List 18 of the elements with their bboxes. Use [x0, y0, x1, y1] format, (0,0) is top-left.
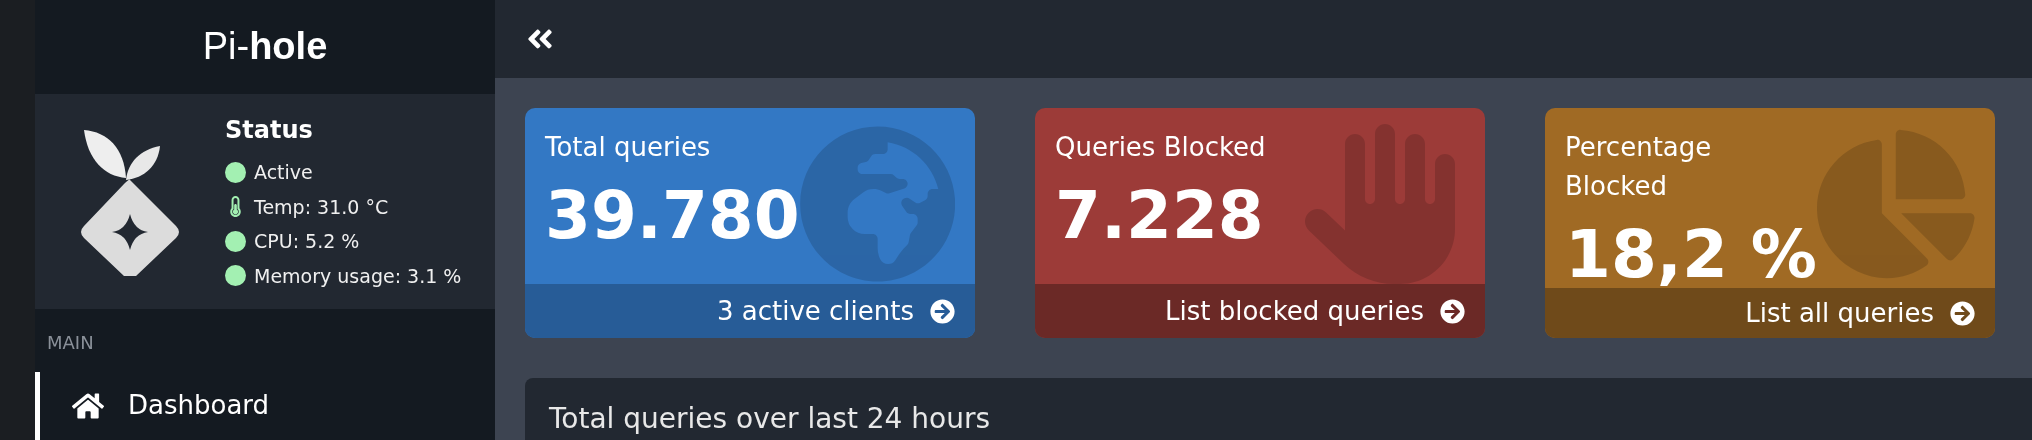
- card-footer-link[interactable]: 3 active clients: [525, 284, 975, 338]
- card-value: 7.228: [1055, 183, 1265, 249]
- panel-title: Total queries over last 24 hours: [549, 402, 991, 435]
- status-text: Temp: 31.0 °C: [254, 194, 389, 220]
- status-text: CPU: 5.2 %: [254, 229, 360, 255]
- card-title: Queries Blocked: [1055, 131, 1266, 164]
- globe-icon: [799, 124, 955, 284]
- card-footer-link[interactable]: List blocked queries: [1035, 284, 1485, 338]
- status-text: Memory usage: 3.1 %: [254, 263, 462, 289]
- card-title: Percentage Blocked: [1565, 131, 1713, 203]
- status-title: Status: [225, 115, 314, 147]
- section-label: MAIN: [46, 330, 95, 355]
- card-value: 18,2 %: [1565, 222, 1818, 288]
- status-text: Active: [254, 160, 313, 186]
- card-footer-link[interactable]: List all queries: [1545, 288, 1995, 338]
- card-title: Total queries: [545, 131, 712, 164]
- app-logo-text: Pi-hole: [202, 24, 328, 70]
- card-value: 39.780: [545, 183, 800, 249]
